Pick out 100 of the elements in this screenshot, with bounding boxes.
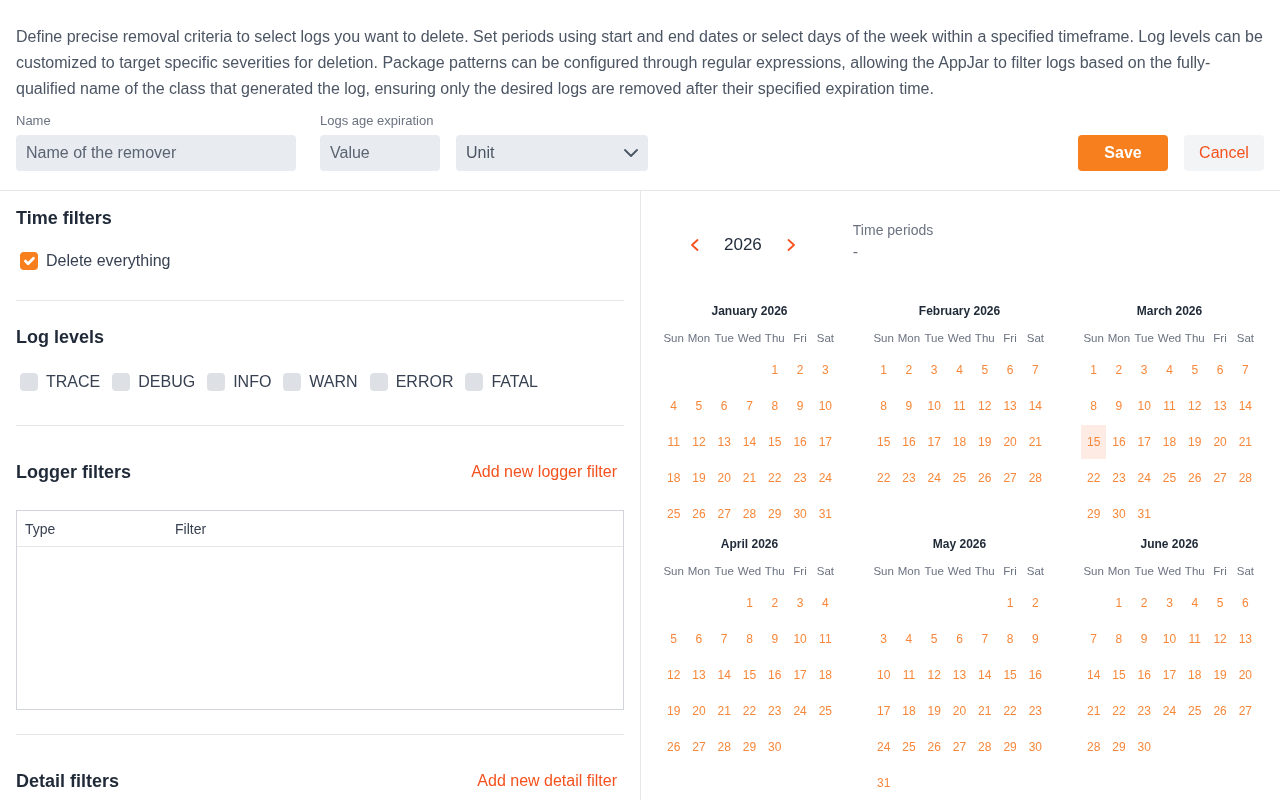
calendar-day[interactable]: 16 [1022, 658, 1048, 692]
calendar-day[interactable]: 14 [736, 425, 763, 459]
calendar-day[interactable]: 19 [972, 425, 998, 459]
calendar-day[interactable]: 21 [711, 694, 737, 728]
calendar-day[interactable]: 12 [1182, 389, 1208, 423]
calendar-day[interactable]: 3 [1131, 353, 1157, 387]
calendar-day[interactable]: 15 [871, 425, 897, 459]
calendar-day[interactable]: 28 [711, 730, 737, 764]
calendar-day[interactable]: 31 [812, 497, 838, 531]
checkbox[interactable] [369, 373, 388, 391]
calendar-day[interactable]: 27 [686, 730, 712, 764]
calendar-day[interactable]: 7 [1081, 622, 1107, 656]
calendar-day[interactable]: 24 [1156, 694, 1183, 728]
calendar-day[interactable]: 17 [1156, 658, 1183, 692]
calendar-day[interactable]: 27 [711, 497, 737, 531]
calendar-day[interactable]: 8 [1106, 622, 1132, 656]
calendar-day[interactable]: 29 [762, 497, 788, 531]
calendar-day[interactable]: 8 [1081, 389, 1107, 423]
calendar-day[interactable]: 19 [1182, 425, 1208, 459]
calendar-day[interactable]: 12 [1207, 622, 1233, 656]
calendar-day[interactable]: 4 [661, 389, 687, 423]
calendar-day[interactable]: 1 [871, 353, 897, 387]
calendar-day[interactable]: 5 [1182, 353, 1208, 387]
calendar-day[interactable]: 14 [711, 658, 737, 692]
calendar-day[interactable]: 20 [946, 694, 973, 728]
calendar-day[interactable]: 7 [1232, 353, 1258, 387]
checkbox[interactable] [112, 373, 131, 391]
calendar-day[interactable]: 25 [1156, 461, 1183, 495]
calendar-day[interactable]: 2 [762, 586, 788, 620]
calendar-day[interactable]: 28 [736, 497, 763, 531]
calendar-day[interactable]: 19 [1207, 658, 1233, 692]
calendar-day[interactable]: 25 [946, 461, 973, 495]
calendar-day[interactable]: 20 [711, 461, 737, 495]
calendar-day[interactable]: 16 [1106, 425, 1132, 459]
calendar-day[interactable]: 8 [762, 389, 788, 423]
calendar-day[interactable]: 11 [1156, 389, 1183, 423]
calendar-day[interactable]: 10 [871, 658, 897, 692]
calendar-day[interactable]: 14 [972, 658, 998, 692]
value-input[interactable]: Value [320, 135, 440, 171]
calendar-day[interactable]: 23 [1022, 694, 1048, 728]
calendar-day[interactable]: 28 [1232, 461, 1258, 495]
calendar-day[interactable]: 14 [1081, 658, 1107, 692]
calendar-day[interactable]: 14 [1022, 389, 1048, 423]
calendar-day[interactable]: 18 [896, 694, 922, 728]
calendar-day[interactable]: 26 [972, 461, 998, 495]
calendar-day[interactable]: 18 [1156, 425, 1183, 459]
checkbox[interactable] [207, 373, 226, 391]
calendar-day[interactable]: 26 [1182, 461, 1208, 495]
calendar-day[interactable]: 20 [686, 694, 712, 728]
calendar-day[interactable]: 1 [997, 586, 1023, 620]
calendar-day[interactable]: 21 [972, 694, 998, 728]
calendar-day[interactable]: 27 [997, 461, 1023, 495]
calendar-day[interactable]: 11 [661, 425, 687, 459]
chevron-right-icon[interactable] [786, 239, 796, 251]
calendar-day[interactable]: 20 [1207, 425, 1233, 459]
calendar-day[interactable]: 29 [1106, 730, 1132, 764]
calendar-day[interactable]: 26 [1207, 694, 1233, 728]
calendar-day[interactable]: 1 [1106, 586, 1132, 620]
calendar-day[interactable]: 25 [812, 694, 838, 728]
calendar-day[interactable]: 2 [787, 353, 813, 387]
calendar-day[interactable]: 2 [1106, 353, 1132, 387]
calendar-day[interactable]: 25 [661, 497, 687, 531]
calendar-day[interactable]: 22 [997, 694, 1023, 728]
checkbox[interactable] [20, 252, 38, 270]
calendar-day[interactable]: 23 [1131, 694, 1157, 728]
chevron-left-icon[interactable] [690, 239, 699, 251]
calendar-day[interactable]: 3 [921, 353, 947, 387]
calendar-day[interactable]: 28 [972, 730, 998, 764]
calendar-day[interactable]: 4 [1156, 353, 1183, 387]
calendar-day[interactable]: 7 [711, 622, 737, 656]
calendar-day[interactable]: 16 [1131, 658, 1157, 692]
calendar-day[interactable]: 24 [812, 461, 838, 495]
cancel-button[interactable]: Cancel [1184, 135, 1264, 171]
calendar-day[interactable]: 28 [1081, 730, 1107, 764]
calendar-day[interactable]: 10 [1156, 622, 1183, 656]
calendar-day[interactable]: 29 [1081, 497, 1107, 531]
calendar-day[interactable]: 6 [686, 622, 712, 656]
calendar-day[interactable]: 4 [946, 353, 973, 387]
calendar-day[interactable]: 5 [972, 353, 998, 387]
calendar-day[interactable]: 21 [1081, 694, 1107, 728]
chevron-down-icon[interactable] [624, 149, 638, 157]
calendar-day[interactable]: 11 [812, 622, 838, 656]
calendar-day[interactable]: 24 [787, 694, 813, 728]
calendar-day[interactable]: 6 [997, 353, 1023, 387]
save-button[interactable]: Save [1078, 135, 1168, 171]
calendar-day[interactable]: 13 [711, 425, 737, 459]
calendar-day[interactable]: 16 [762, 658, 788, 692]
calendar-day[interactable]: 5 [661, 622, 687, 656]
calendar-day[interactable]: 21 [736, 461, 763, 495]
calendar-day[interactable]: 20 [1232, 658, 1258, 692]
calendar-day[interactable]: 11 [1182, 622, 1208, 656]
add-filter-link[interactable]: Add new detail filter [477, 769, 617, 793]
calendar-day[interactable]: 30 [1131, 730, 1157, 764]
calendar-day[interactable]: 9 [762, 622, 788, 656]
calendar-day[interactable]: 10 [812, 389, 838, 423]
calendar-day[interactable]: 23 [1106, 461, 1132, 495]
calendar-day[interactable]: 13 [997, 389, 1023, 423]
calendar-day[interactable]: 12 [686, 425, 712, 459]
calendar-day[interactable]: 22 [1106, 694, 1132, 728]
calendar-day[interactable]: 20 [997, 425, 1023, 459]
